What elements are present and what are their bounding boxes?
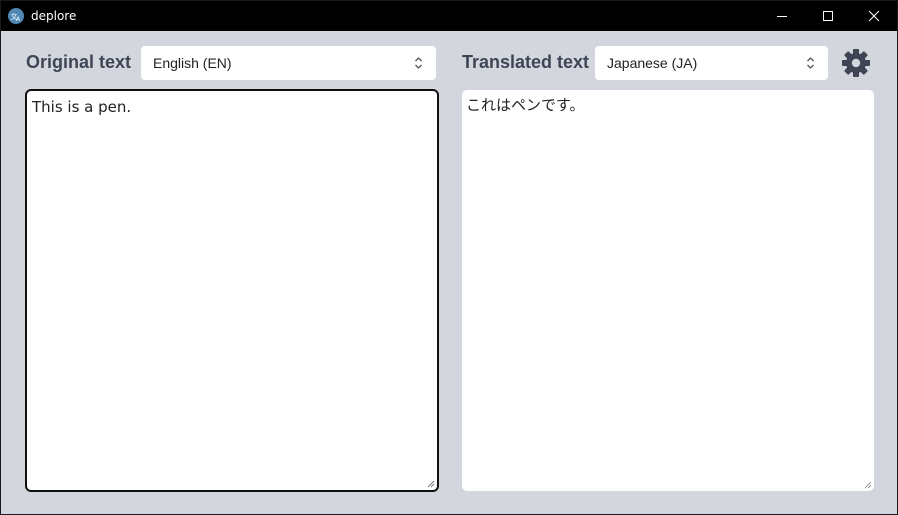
window-title: deplore [31, 9, 77, 23]
close-button[interactable] [851, 1, 897, 31]
target-language-value: Japanese (JA) [607, 55, 698, 71]
settings-button[interactable] [839, 46, 872, 79]
source-language-select[interactable]: English (EN) [141, 46, 436, 80]
select-caret-icon [415, 57, 422, 69]
source-language-value: English (EN) [153, 55, 232, 71]
original-text-content: This is a pen. [32, 98, 132, 116]
translated-text-label: Translated text [462, 52, 590, 72]
target-language-select[interactable]: Japanese (JA) [595, 46, 828, 80]
app-window: 文 A deplore Original text English (EN) T… [0, 0, 898, 515]
maximize-icon [823, 11, 833, 21]
original-text-input[interactable]: This is a pen. [25, 89, 439, 492]
minimize-icon [777, 16, 787, 17]
original-text-label: Original text [26, 52, 132, 72]
close-icon [868, 10, 880, 22]
minimize-button[interactable] [759, 1, 805, 31]
translated-text-output[interactable]: これはペンです。 [462, 90, 874, 491]
select-caret-icon [807, 57, 814, 69]
resize-grip-icon[interactable] [427, 480, 435, 488]
resize-grip-icon[interactable] [864, 481, 872, 489]
translate-icon: 文 A [8, 8, 24, 24]
translated-text-content: これはペンです。 [466, 96, 585, 114]
title-bar[interactable]: 文 A deplore [1, 1, 897, 31]
gear-icon [841, 48, 870, 77]
maximize-button[interactable] [805, 1, 851, 31]
svg-text:A: A [16, 16, 21, 22]
